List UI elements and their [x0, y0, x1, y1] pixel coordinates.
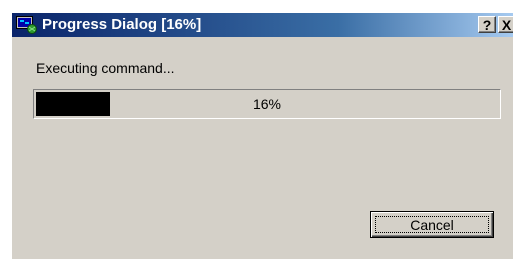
progress-bar: 16%	[33, 89, 501, 119]
cancel-button-label: Cancel	[375, 216, 489, 233]
window-title: Progress Dialog [16%]	[42, 16, 202, 33]
progress-label: 16%	[252, 96, 282, 112]
cancel-button[interactable]: Cancel	[370, 211, 494, 238]
close-button[interactable]: X	[498, 16, 513, 33]
app-monitor-icon	[16, 16, 38, 34]
help-button[interactable]: ?	[478, 16, 496, 33]
title-bar[interactable]: Progress Dialog [16%] ? X	[12, 13, 513, 37]
progress-dialog: Progress Dialog [16%] ? X Executing comm…	[12, 13, 513, 259]
status-message: Executing command...	[36, 60, 175, 76]
